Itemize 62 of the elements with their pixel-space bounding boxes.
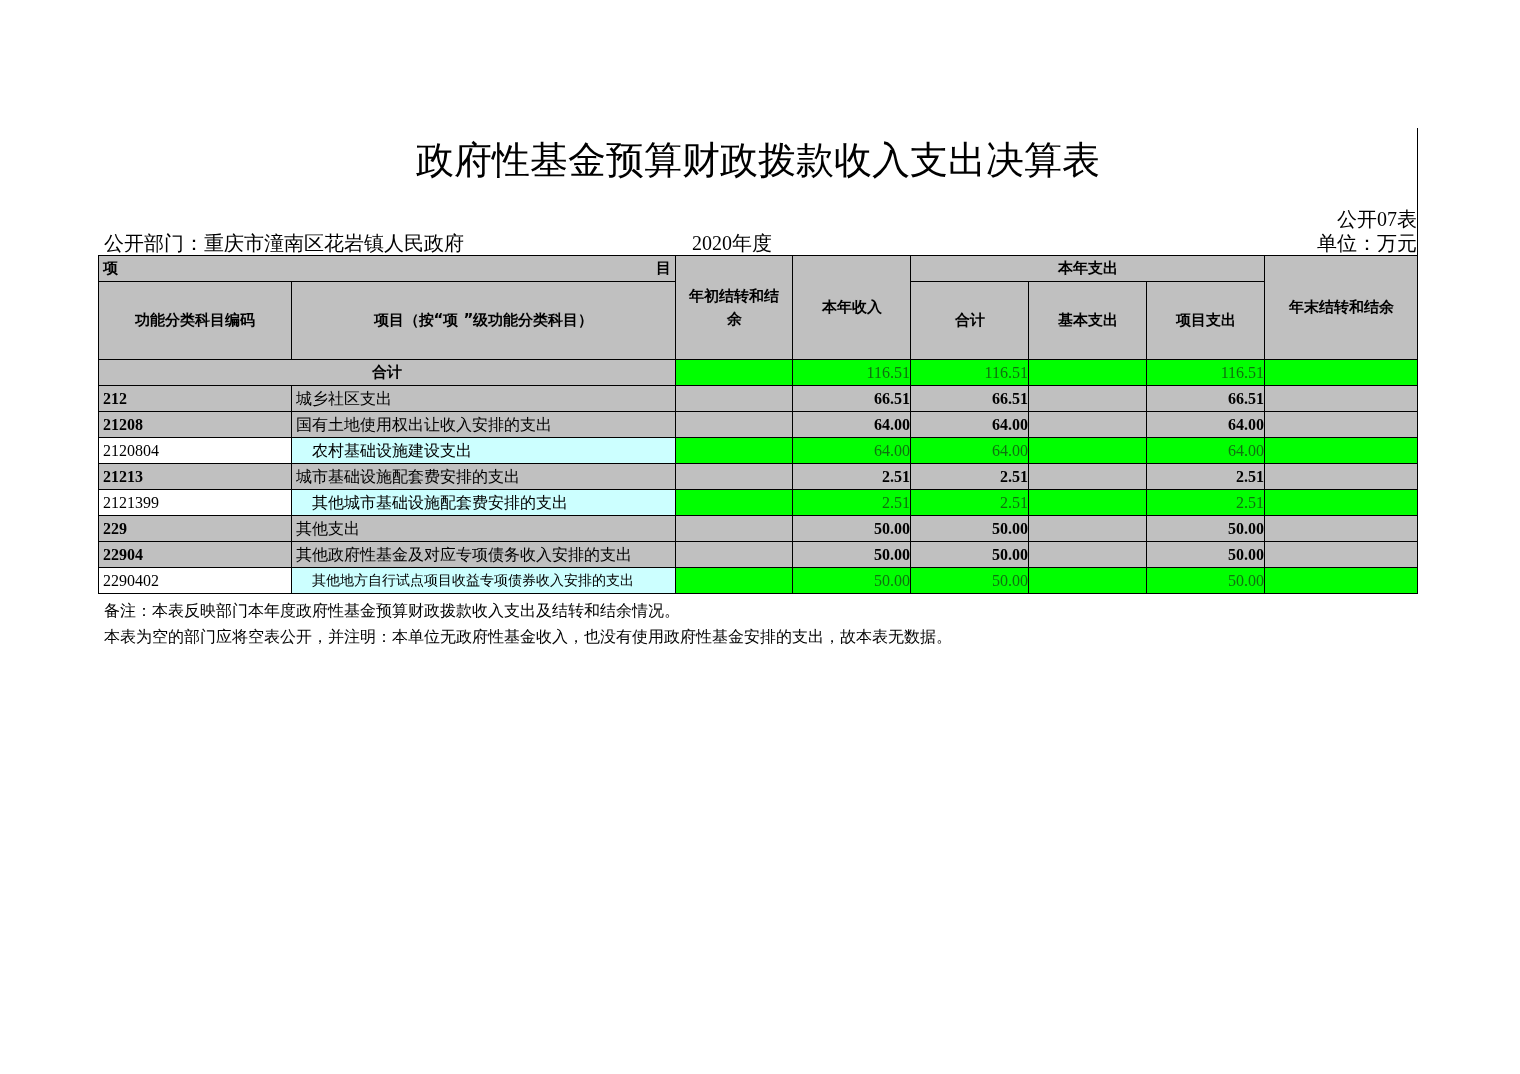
amount-cell: 2.51 bbox=[792, 463, 911, 490]
amount-cell: 64.00 bbox=[792, 437, 911, 464]
name-cell: 其他支出 bbox=[291, 515, 676, 542]
amount-cell: 2.51 bbox=[1146, 489, 1265, 516]
amount-cell: 64.00 bbox=[910, 437, 1029, 464]
header-cell: 合计 bbox=[910, 281, 1029, 360]
header-cell: 基本支出 bbox=[1028, 281, 1147, 360]
name-cell: 城市基础设施配套费安排的支出 bbox=[291, 463, 676, 490]
amount-cell: 50.00 bbox=[792, 567, 911, 594]
header-text: 项 bbox=[103, 258, 118, 280]
name-cell: 国有土地使用权出让收入安排的支出 bbox=[291, 411, 676, 438]
header-cell: 年末结转和结余 bbox=[1264, 255, 1418, 360]
code-cell: 22904 bbox=[98, 541, 292, 568]
name-cell: 城乡社区支出 bbox=[291, 385, 676, 412]
total-label-cell: 合计 bbox=[98, 359, 676, 386]
amount-cell: 50.00 bbox=[1146, 541, 1265, 568]
amount-cell: 50.00 bbox=[910, 515, 1029, 542]
name-cell: 其他城市基础设施配套费安排的支出 bbox=[291, 489, 676, 516]
code-cell: 2121399 bbox=[98, 489, 292, 516]
year-label: 2020年度 bbox=[692, 231, 772, 255]
amount-cell: 50.00 bbox=[1146, 515, 1265, 542]
name-cell: 其他政府性基金及对应专项债务收入安排的支出 bbox=[291, 541, 676, 568]
amount-cell: 116.51 bbox=[910, 359, 1029, 386]
amount-cell: 2.51 bbox=[910, 489, 1029, 516]
header-cell: 项目支出 bbox=[1146, 281, 1265, 360]
amount-cell: 50.00 bbox=[792, 515, 911, 542]
header-cell: 本年支出 bbox=[910, 255, 1265, 282]
amount-cell: 66.51 bbox=[910, 385, 1029, 412]
note-text: 备注：本表反映部门本年度政府性基金预算财政拨款收入支出及结转和结余情况。 bbox=[104, 601, 680, 621]
code-cell: 21208 bbox=[98, 411, 292, 438]
form-number: 公开07表 bbox=[1337, 207, 1417, 231]
amount-cell: 116.51 bbox=[1146, 359, 1265, 386]
header-text: 目 bbox=[656, 258, 671, 280]
code-cell: 212 bbox=[98, 385, 292, 412]
amount-cell: 50.00 bbox=[910, 567, 1029, 594]
amount-cell: 2.51 bbox=[910, 463, 1029, 490]
amount-cell: 116.51 bbox=[792, 359, 911, 386]
amount-cell: 2.51 bbox=[1146, 463, 1265, 490]
report-title: 政府性基金预算财政拨款收入支出决算表 bbox=[415, 137, 1100, 184]
amount-cell: 66.51 bbox=[792, 385, 911, 412]
amount-cell: 50.00 bbox=[1146, 567, 1265, 594]
header-cell: 本年收入 bbox=[792, 255, 911, 360]
header-cell: 项目（按“项 ”级功能分类科目） bbox=[291, 281, 676, 360]
header-cell: 功能分类科目编码 bbox=[98, 281, 292, 360]
amount-cell: 50.00 bbox=[792, 541, 911, 568]
amount-cell: 64.00 bbox=[792, 411, 911, 438]
code-cell: 2120804 bbox=[98, 437, 292, 464]
code-cell: 229 bbox=[98, 515, 292, 542]
note-text: 本表为空的部门应将空表公开，并注明：本单位无政府性基金收入，也没有使用政府性基金安排的支出，故本表无数据。 bbox=[104, 627, 952, 647]
amount-cell: 64.00 bbox=[1146, 437, 1265, 464]
code-cell: 2290402 bbox=[98, 567, 292, 594]
amount-cell: 2.51 bbox=[792, 489, 911, 516]
department-label: 公开部门：重庆市潼南区花岩镇人民政府 bbox=[104, 231, 465, 255]
code-cell: 21213 bbox=[98, 463, 292, 490]
amount-cell: 64.00 bbox=[1146, 411, 1265, 438]
name-cell: 农村基础设施建设支出 bbox=[291, 437, 676, 464]
amount-cell: 64.00 bbox=[910, 411, 1029, 438]
name-cell: 其他地方自行试点项目收益专项债券收入安排的支出 bbox=[291, 567, 676, 594]
amount-cell: 50.00 bbox=[910, 541, 1029, 568]
unit-label: 单位：万元 bbox=[1317, 231, 1417, 255]
amount-cell: 66.51 bbox=[1146, 385, 1265, 412]
header-cell: 年初结转和结余 bbox=[675, 255, 793, 360]
